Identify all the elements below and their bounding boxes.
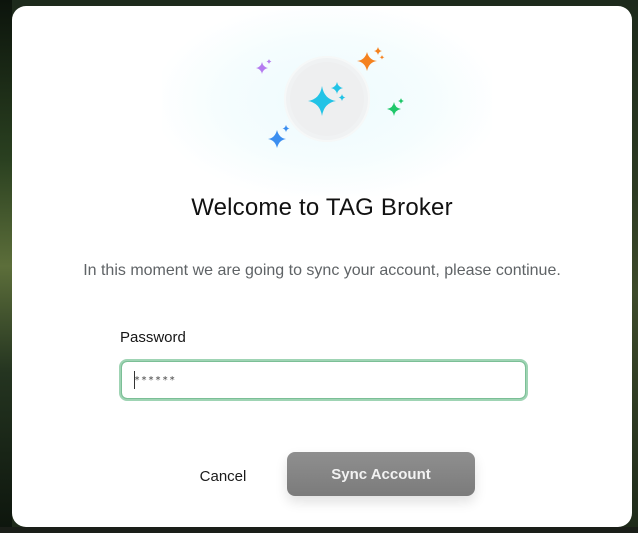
desktop-background-bottom [0,527,638,533]
password-input[interactable] [119,359,528,401]
password-label: Password [120,329,186,346]
blue-sparkle-icon [268,125,290,148]
green-sparkle-icon [387,98,404,116]
orange-sparkle-icon [357,47,385,71]
sync-account-button[interactable]: Sync Account [287,452,475,496]
purple-sparkle-icon [256,59,272,74]
text-caret [134,371,135,389]
sparkles-icon [308,82,346,116]
desktop-background-left [0,0,12,533]
sync-account-dialog: Welcome to TAG Broker In this moment we … [12,6,632,527]
dialog-subtitle: In this moment we are going to sync your… [83,262,561,279]
cancel-button[interactable]: Cancel [182,460,264,492]
dialog-title: Welcome to TAG Broker [191,194,453,221]
